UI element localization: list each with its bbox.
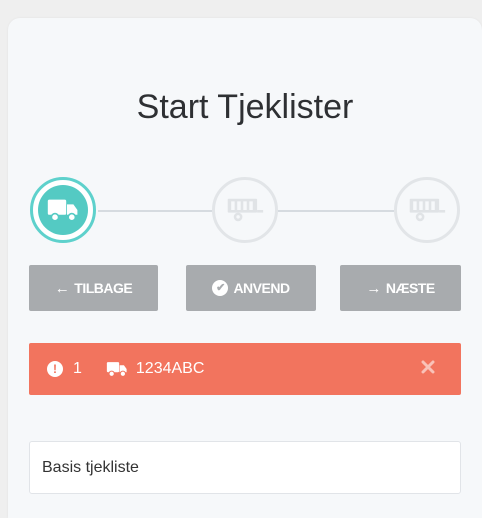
stepper-line-1 <box>98 210 212 212</box>
truck-icon <box>106 362 127 377</box>
trailer-icon <box>409 198 446 222</box>
step-trailer-1[interactable] <box>212 177 278 243</box>
alert-count: 1 <box>73 360 82 377</box>
page-title: Start Tjeklister <box>136 88 354 126</box>
truck-icon <box>47 199 78 222</box>
license-plate: 1234ABC <box>135 360 205 377</box>
trailer-icon <box>227 198 264 222</box>
step-trailer-2[interactable] <box>394 177 460 243</box>
stepper-line-2 <box>278 210 394 212</box>
back-button-label: TILBAGE <box>74 280 133 296</box>
back-button[interactable]: ← TILBAGE <box>29 265 158 311</box>
step-truck[interactable] <box>30 177 96 243</box>
arrow-right-icon: → <box>366 279 381 297</box>
warning-alert: ! 1 1234ABC <box>29 343 461 395</box>
apply-button-label: ANVEND <box>233 280 290 296</box>
exclamation-icon: ! <box>47 361 63 377</box>
close-icon[interactable] <box>421 360 435 374</box>
check-circle-icon: ✔ <box>212 280 229 296</box>
next-button-label: NÆSTE <box>385 280 435 296</box>
next-button[interactable]: → NÆSTE <box>340 265 461 311</box>
arrow-left-icon: ← <box>54 279 70 297</box>
checklist-name-input[interactable] <box>29 441 461 494</box>
apply-button[interactable]: ✔ ANVEND <box>186 265 316 311</box>
